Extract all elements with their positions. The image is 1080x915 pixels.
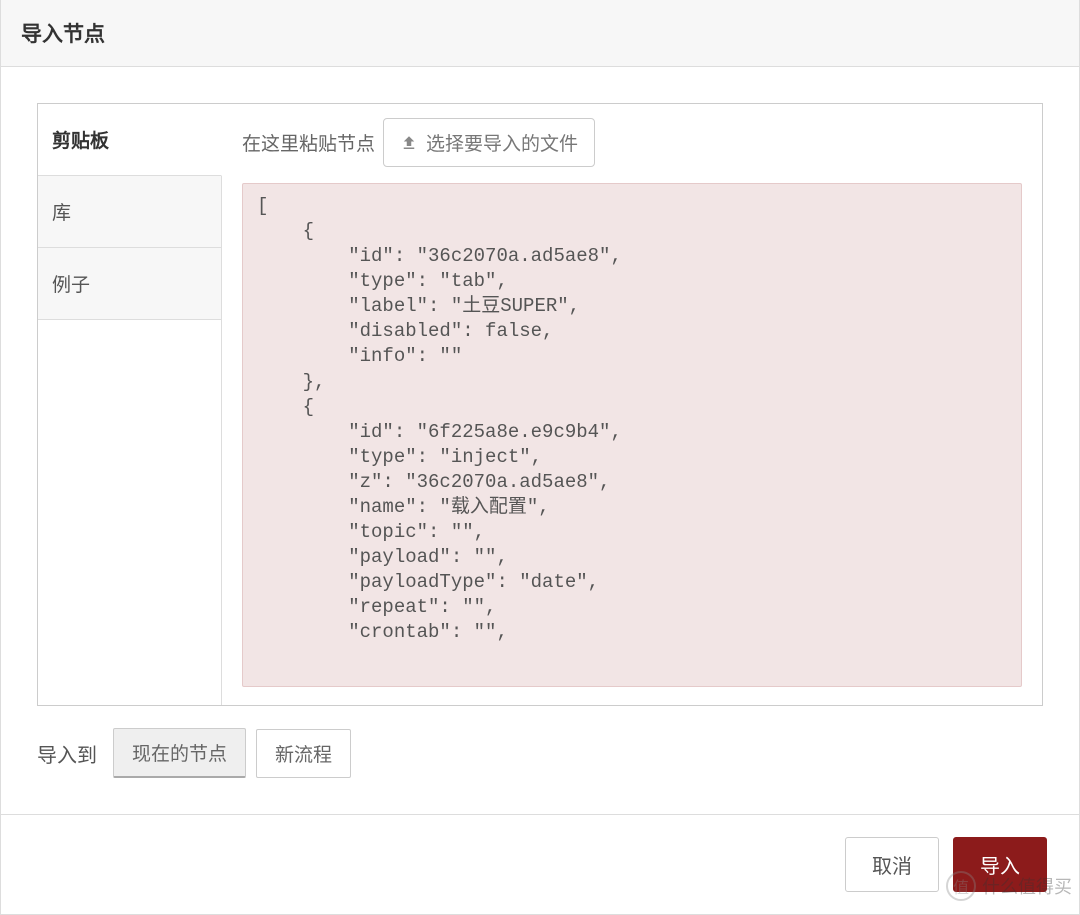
content-area: 在这里粘贴节点 选择要导入的文件 [222, 104, 1042, 705]
sidebar-tab-clipboard[interactable]: 剪贴板 [38, 104, 222, 176]
dialog-footer: 取消 导入 [1, 814, 1079, 914]
sidebar-tab-library[interactable]: 库 [38, 176, 221, 248]
select-file-label: 选择要导入的文件 [426, 129, 578, 156]
import-to-new-button[interactable]: 新流程 [256, 729, 351, 778]
dialog-body: 剪贴板 库 例子 在这里粘贴节点 选择要导入的文件 [1, 67, 1079, 814]
main-panel: 剪贴板 库 例子 在这里粘贴节点 选择要导入的文件 [37, 103, 1043, 706]
textarea-wrap [242, 183, 1022, 687]
import-to-label: 导入到 [37, 739, 97, 768]
sidebar: 剪贴板 库 例子 [38, 104, 222, 705]
import-to-row: 导入到 现在的节点 新流程 [37, 728, 1043, 778]
import-dialog: 导入节点 剪贴板 库 例子 在这里粘贴节点 选择要导入的文件 [0, 0, 1080, 915]
upload-icon [400, 134, 418, 152]
dialog-title: 导入节点 [1, 0, 1079, 67]
paste-hint: 在这里粘贴节点 [242, 129, 375, 156]
sidebar-tab-examples[interactable]: 例子 [38, 248, 221, 320]
cancel-button[interactable]: 取消 [845, 837, 939, 892]
sidebar-spacer [38, 320, 221, 705]
select-file-button[interactable]: 选择要导入的文件 [383, 118, 595, 167]
json-input[interactable] [242, 183, 1022, 687]
content-header: 在这里粘贴节点 选择要导入的文件 [242, 118, 1022, 167]
import-to-current-button[interactable]: 现在的节点 [113, 728, 246, 778]
import-button[interactable]: 导入 [953, 837, 1047, 892]
